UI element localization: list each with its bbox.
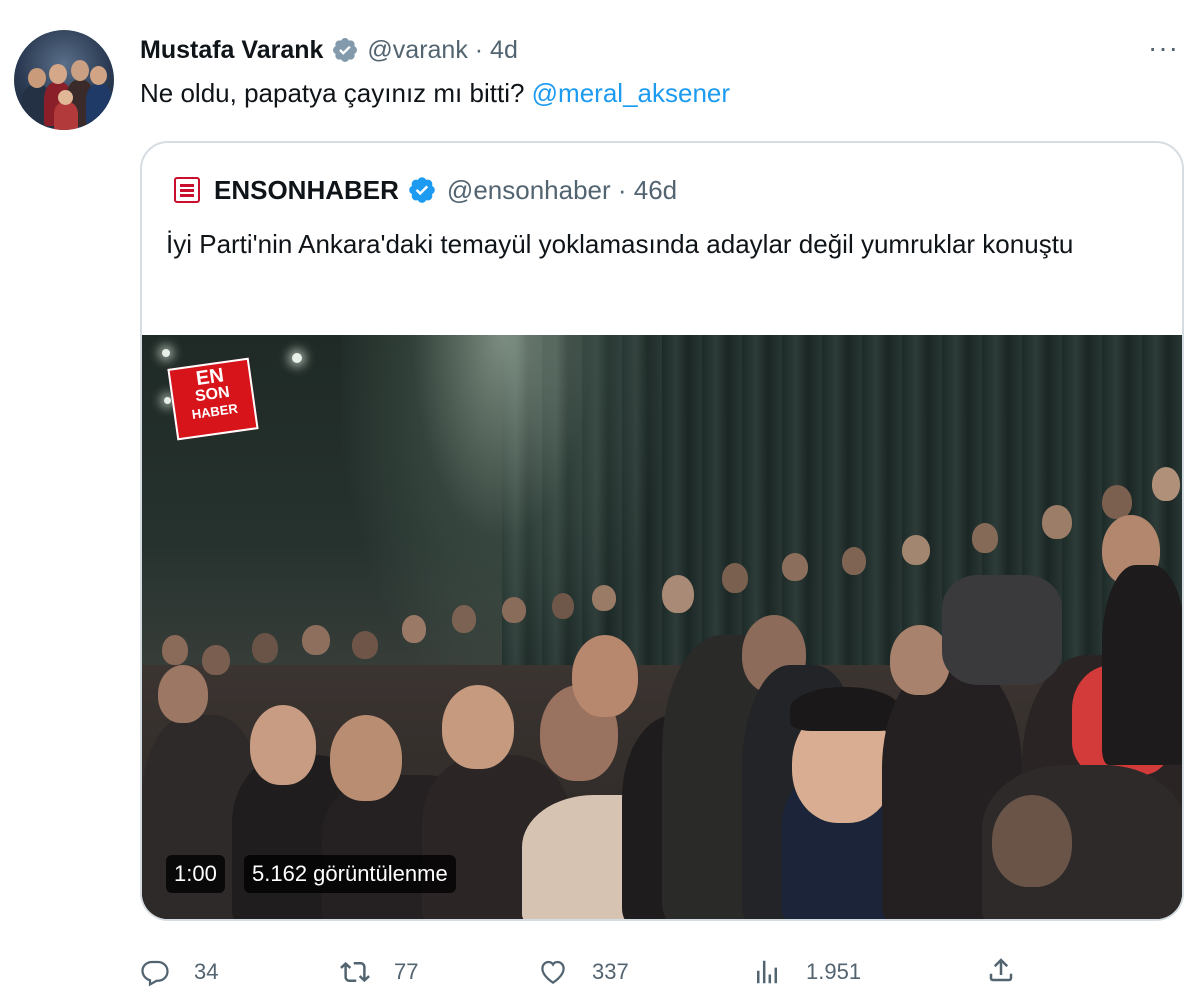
retweet-button[interactable]: 77 bbox=[340, 952, 418, 992]
tweet-text-body: Ne oldu, papatya çayınız mı bitti? bbox=[140, 78, 532, 108]
quoted-tweet-text: İyi Parti'nin Ankara'daki temayül yoklam… bbox=[166, 229, 1074, 259]
reply-count: 34 bbox=[194, 959, 219, 984]
retweet-icon bbox=[340, 961, 370, 983]
more-icon[interactable]: ··· bbox=[1148, 34, 1179, 62]
like-icon bbox=[541, 960, 565, 984]
quoted-tweet-header: ENSONHABER @ensonhaber · 46d bbox=[174, 173, 677, 207]
video-duration: 1:00 bbox=[166, 855, 225, 893]
ensonhaber-video-logo: EN SON HABER bbox=[167, 357, 259, 441]
author-name[interactable]: Mustafa Varank bbox=[140, 36, 323, 65]
mention-link[interactable]: @meral_aksener bbox=[532, 78, 730, 108]
views-count: 1.951 bbox=[806, 959, 862, 984]
video-view-count: 5.162 görüntülenme bbox=[244, 855, 456, 893]
like-button[interactable]: 337 bbox=[538, 952, 629, 992]
verified-blue-icon bbox=[409, 177, 435, 203]
tweet-header: Mustafa Varank @varank · 4d bbox=[140, 33, 518, 67]
avatar[interactable] bbox=[14, 30, 114, 130]
views-icon bbox=[757, 960, 777, 984]
reply-button[interactable]: 34 bbox=[140, 952, 218, 992]
quoted-author-handle[interactable]: @ensonhaber · 46d bbox=[447, 175, 677, 206]
share-icon[interactable] bbox=[986, 954, 1016, 986]
like-count: 337 bbox=[592, 959, 629, 984]
quoted-author-name[interactable]: ENSONHABER bbox=[214, 175, 399, 206]
video-scene-crowd bbox=[142, 335, 1182, 919]
tweet: Mustafa Varank @varank · 4d ··· Ne oldu,… bbox=[0, 0, 1200, 999]
verified-gray-icon bbox=[333, 38, 358, 62]
ensonhaber-avatar-icon[interactable] bbox=[174, 177, 200, 203]
author-handle[interactable]: @varank · 4d bbox=[367, 36, 517, 65]
quoted-tweet[interactable]: ENSONHABER @ensonhaber · 46d İyi Parti'n… bbox=[140, 141, 1184, 921]
reply-icon bbox=[141, 960, 169, 987]
video-player[interactable]: EN SON HABER 1:00 5.162 görüntülenme bbox=[142, 335, 1182, 919]
tweet-actions: 34 77 337 1.951 bbox=[140, 952, 1020, 992]
views-button[interactable]: 1.951 bbox=[752, 952, 861, 992]
retweet-count: 77 bbox=[394, 959, 419, 984]
tweet-text: Ne oldu, papatya çayınız mı bitti? @mera… bbox=[140, 78, 730, 109]
